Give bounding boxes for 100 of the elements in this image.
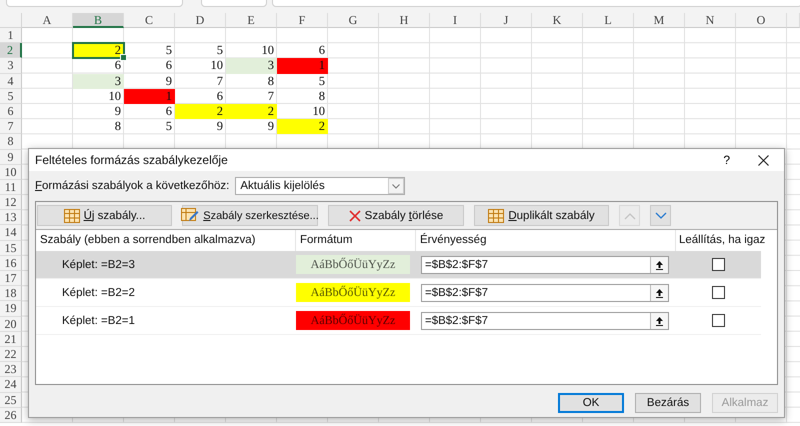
dropdown-caret-icon[interactable]: [388, 178, 404, 194]
row-header[interactable]: 25: [0, 392, 22, 408]
column-header[interactable]: O: [736, 13, 787, 28]
row-header[interactable]: 16: [0, 256, 22, 271]
checkbox[interactable]: [712, 258, 725, 271]
table-cell: 2: [226, 104, 277, 120]
fill-handle[interactable]: [120, 54, 127, 62]
table-pencil-icon: [181, 208, 200, 223]
scope-dropdown[interactable]: Aktuális kijelölés: [235, 177, 406, 195]
table-cell-text: 8: [114, 119, 122, 134]
row-header[interactable]: 13: [0, 210, 22, 226]
table-cell-text: 6: [318, 43, 326, 58]
row-header[interactable]: 15: [0, 240, 22, 256]
column-header[interactable]: G: [328, 13, 379, 28]
row-header[interactable]: 14: [0, 225, 22, 241]
table-cell-text: 5: [318, 74, 326, 89]
checkbox[interactable]: [712, 286, 725, 299]
range-field[interactable]: =$B$2:$F$7: [421, 312, 669, 330]
column-header[interactable]: L: [583, 13, 634, 28]
column-header[interactable]: J: [481, 13, 532, 28]
table-cell: 2: [277, 119, 328, 134]
row-header[interactable]: 10: [0, 164, 22, 180]
row-header[interactable]: 9: [0, 150, 22, 165]
table-cell-text: 9: [266, 119, 275, 134]
rule-text: Képlet: =B2=2: [62, 286, 135, 298]
collapse-button[interactable]: [650, 284, 668, 300]
table-cell: 3: [226, 58, 277, 74]
table-icon: [64, 208, 80, 222]
table-cell-text: 10: [312, 104, 326, 120]
table-cell: 2: [175, 104, 226, 120]
column-header[interactable]: F: [277, 13, 328, 28]
column-header[interactable]: B: [73, 13, 124, 28]
delete-rule-button[interactable]: Szabály törlése: [328, 205, 464, 226]
column-header[interactable]: N: [685, 13, 736, 28]
table-cell-text: 5: [164, 119, 173, 134]
row-header[interactable]: 18: [0, 286, 22, 302]
range-field[interactable]: =$B$2:$F$7: [421, 284, 669, 302]
move-down-button[interactable]: [650, 205, 671, 226]
row-header[interactable]: 7: [0, 119, 22, 134]
new-rule-button[interactable]: Új szabály...: [37, 205, 172, 226]
table-cell-text: 5: [216, 43, 224, 58]
table-cell-text: 10: [260, 43, 275, 58]
table-cell-text: 8: [266, 74, 275, 89]
format-preview: AáBbŐőÜüYyZz: [296, 255, 410, 274]
row-header[interactable]: 3: [0, 58, 22, 74]
checkbox[interactable]: [712, 314, 725, 327]
table-cell-text: 9: [164, 74, 173, 89]
dialog-button[interactable]: Bezárás: [635, 393, 701, 413]
collapse-button[interactable]: [650, 256, 668, 272]
up-arrow-icon: [655, 316, 664, 326]
row-header[interactable]: 19: [0, 301, 22, 317]
row-header[interactable]: 11: [0, 180, 22, 196]
rule-text: Képlet: =B2=3: [62, 258, 135, 270]
row-header[interactable]: 1: [0, 28, 22, 44]
table-cell-text: 10: [210, 58, 224, 74]
table-cell-text: 8: [318, 88, 326, 104]
row-header[interactable]: 24: [0, 377, 22, 392]
duplicate-rule-button[interactable]: Duplikált szabály: [474, 205, 609, 226]
row-header[interactable]: 21: [0, 332, 22, 347]
row-header[interactable]: 2: [0, 43, 22, 58]
column-header[interactable]: A: [22, 13, 73, 28]
rule-row[interactable]: Képlet: =B2=2 AáBbŐőÜüYyZz =$B$2:$F$7: [36, 279, 761, 307]
column-header[interactable]: M: [634, 13, 685, 28]
table-cell: 3: [73, 74, 124, 89]
row-header[interactable]: 23: [0, 362, 22, 378]
table-cell-text: 9: [114, 104, 122, 120]
dialog-button[interactable]: OK: [558, 393, 624, 413]
row-header[interactable]: 6: [0, 104, 22, 120]
edit-rule-button[interactable]: Szabály szerkesztése...: [182, 205, 318, 226]
window-title: Feltételes formázás szabálykezelője: [35, 153, 229, 167]
up-chevron-icon: [624, 212, 636, 220]
row-header[interactable]: 17: [0, 271, 22, 286]
range-field[interactable]: =$B$2:$F$7: [421, 256, 669, 274]
up-arrow-icon: [655, 260, 664, 270]
row-header[interactable]: 22: [0, 346, 22, 362]
table-cell: 1: [277, 58, 328, 74]
up-arrow-icon: [655, 288, 664, 298]
column-header[interactable]: K: [532, 13, 583, 28]
column-header[interactable]: E: [226, 13, 277, 28]
column-header[interactable]: H: [379, 13, 430, 28]
row-header[interactable]: 12: [0, 195, 22, 210]
collapse-button[interactable]: [650, 312, 668, 328]
row-header[interactable]: 5: [0, 88, 22, 104]
help-button[interactable]: ?: [723, 153, 730, 167]
row-header[interactable]: 4: [0, 74, 22, 89]
row-header[interactable]: 8: [0, 134, 22, 150]
scope-label: Formázási szabályok a következőhöz:: [35, 180, 230, 192]
rule-row[interactable]: Képlet: =B2=1 AáBbŐőÜüYyZz =$B$2:$F$7: [36, 307, 761, 335]
row-header[interactable]: 20: [0, 316, 22, 332]
row-header[interactable]: 26: [0, 408, 22, 423]
column-header[interactable]: C: [124, 13, 175, 28]
rule-row[interactable]: Képlet: =B2=3 AáBbŐőÜüYyZz =$B$2:$F$7: [36, 251, 761, 279]
column-header[interactable]: D: [175, 13, 226, 28]
column-header[interactable]: I: [430, 13, 481, 28]
close-icon[interactable]: [758, 154, 769, 166]
cross-icon: [348, 210, 361, 222]
format-preview: AáBbŐőÜüYyZz: [296, 311, 410, 330]
table-cell-text: 9: [216, 119, 224, 134]
table-cell-text: 7: [266, 88, 275, 104]
table-cell: 1: [124, 88, 175, 104]
